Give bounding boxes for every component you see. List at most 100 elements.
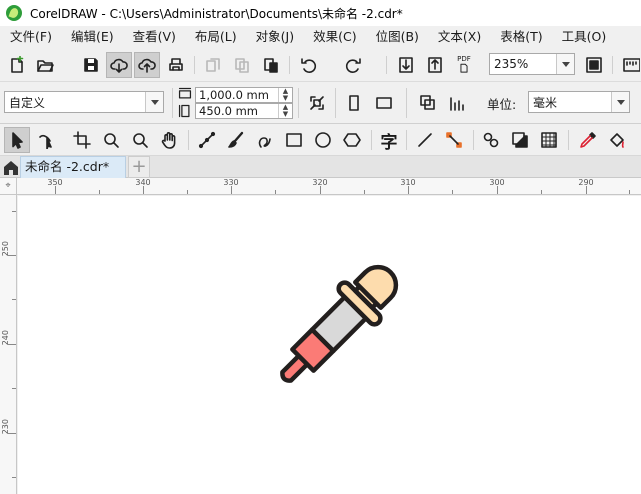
units-dropdown-icon[interactable] [611,92,629,112]
welcome-home-icon[interactable] [2,158,20,176]
h-ruler-minor-tick [629,190,630,194]
toolbar-separator [406,88,407,118]
h-ruler-minor-tick [275,190,276,194]
pan-tool-icon[interactable] [156,127,182,153]
coreldraw-logo-icon [6,5,22,21]
shape-tool-icon[interactable] [33,127,59,153]
h-ruler-minor-tick [99,190,100,194]
zoom-dropdown-icon[interactable] [556,54,574,74]
landscape-button[interactable] [371,90,397,116]
page-width-input[interactable]: 1,000.0 mm ▲ ▼ [195,87,293,103]
drop-shadow-tool-icon[interactable] [507,127,533,153]
open-document-button[interactable] [32,52,58,78]
show-rulers-button[interactable] [618,52,641,78]
cut-button[interactable] [200,52,226,78]
export-button[interactable] [422,52,448,78]
toolbar-separator [612,56,613,74]
page-size-select[interactable]: 自定义 [4,91,164,113]
menu-file[interactable]: 文件(F) [0,26,60,48]
page-size-dropdown-icon[interactable] [145,92,163,112]
blend-tool-icon[interactable] [478,127,504,153]
cloud-download-button[interactable] [106,52,132,78]
v-ruler-label: 240 [1,330,10,346]
dropper-artwork[interactable] [18,196,641,494]
publish-pdf-button[interactable]: PDF [451,52,477,78]
title-bar: CorelDRAW - C:\Users\Administrator\Docum… [0,0,641,26]
tab-document[interactable]: 未命名 -2.cdr* [20,156,126,178]
toolbar-separator [298,88,299,118]
print-button[interactable] [163,52,189,78]
menu-edit[interactable]: 编辑(E) [60,26,122,48]
ruler-origin[interactable]: ⌖ [0,178,17,195]
transparency-tool-icon[interactable] [536,127,562,153]
h-ruler-minor-tick [541,190,542,194]
pick-tool-icon[interactable] [4,127,30,153]
rectangle-tool-icon[interactable] [281,127,307,153]
h-ruler-tick [55,186,56,194]
menu-object[interactable]: 对象(J) [245,26,302,48]
page-width-spinner[interactable]: ▲ ▼ [278,88,292,102]
menu-text[interactable]: 文本(X) [427,26,489,48]
smart-drawing-tool-icon[interactable] [252,127,278,153]
artistic-media-tool-icon[interactable] [223,127,249,153]
v-ruler-minor-tick [12,211,16,212]
zoom-tool-icon[interactable] [98,127,124,153]
page-lock-ratio-button[interactable] [304,90,330,116]
zoom-out-tool-icon[interactable] [127,127,153,153]
toolbar-separator [386,56,387,74]
text-tool-icon[interactable]: 字 [376,127,402,153]
window-title: CorelDRAW - C:\Users\Administrator\Docum… [30,6,403,21]
toolbar-separator [568,130,569,150]
v-ruler-label: 230 [1,419,10,435]
copy-button[interactable] [229,52,255,78]
color-eyedropper-tool-icon[interactable] [575,127,601,153]
page-height-value: 450.0 mm [199,104,258,118]
menu-table[interactable]: 表格(T) [489,26,550,48]
h-ruler-minor-tick [452,190,453,194]
ellipse-tool-icon[interactable] [310,127,336,153]
horizontal-ruler[interactable]: 350 340 330 320 310 300 290 [17,178,641,195]
full-screen-preview-button[interactable] [581,52,607,78]
drawing-canvas[interactable] [18,196,641,494]
zoom-level-select[interactable]: 235% [489,53,575,75]
new-document-button[interactable] [4,52,30,78]
page-height-icon [176,103,194,119]
pdf-label: PDF [457,54,471,63]
connector-tool-icon[interactable] [441,127,467,153]
units-select[interactable]: 毫米 [528,91,630,113]
current-page-button[interactable] [444,90,470,116]
import-button[interactable] [393,52,419,78]
page-height-spinner[interactable]: ▲ ▼ [278,104,292,118]
vertical-ruler[interactable]: 250 240 230 [0,195,17,494]
page-size-value: 自定义 [9,95,46,110]
menu-bitmaps[interactable]: 位图(B) [365,26,427,48]
cloud-upload-button[interactable] [134,52,160,78]
interactive-fill-tool-icon[interactable] [604,127,630,153]
all-pages-button[interactable] [415,90,441,116]
parallel-dimension-tool-icon[interactable] [412,127,438,153]
save-button[interactable] [78,52,104,78]
page-width-icon [176,86,194,102]
crop-tool-icon[interactable] [69,127,95,153]
portrait-button[interactable] [341,90,367,116]
v-ruler-minor-tick [12,388,16,389]
menu-view[interactable]: 查看(V) [122,26,184,48]
menu-bar: 文件(F) 编辑(E) 查看(V) 布局(L) 对象(J) 效果(C) 位图(B… [0,26,641,48]
coreldraw-window: CorelDRAW - C:\Users\Administrator\Docum… [0,0,641,494]
new-tab-button[interactable]: + [128,156,150,178]
redo-button[interactable] [340,52,366,78]
toolbar-separator [371,130,372,150]
dropper-group[interactable] [265,253,410,398]
toolbar-separator [194,56,195,74]
h-ruler-minor-tick [187,190,188,194]
toolbar-separator [188,130,189,150]
undo-button[interactable] [296,52,322,78]
freehand-tool-icon[interactable] [194,127,220,153]
menu-tools[interactable]: 工具(O) [551,26,615,48]
polygon-tool-icon[interactable] [339,127,365,153]
paste-button[interactable] [258,52,284,78]
menu-layout[interactable]: 布局(L) [184,26,245,48]
menu-effects[interactable]: 效果(C) [302,26,364,48]
page-height-input[interactable]: 450.0 mm ▲ ▼ [195,103,293,119]
v-ruler-minor-tick [12,299,16,300]
